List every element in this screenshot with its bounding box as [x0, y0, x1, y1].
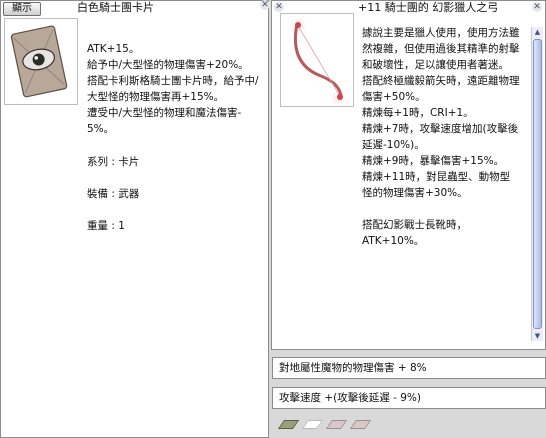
card-title: 白色騎士團卡片	[77, 1, 260, 15]
close-icon[interactable]: ✕	[532, 2, 542, 12]
scroll-down-icon[interactable]: ▼	[532, 331, 543, 341]
bow-icon	[289, 16, 349, 108]
slot-empty[interactable]	[301, 420, 324, 429]
eye-card-icon	[10, 25, 68, 98]
scroll-up-icon[interactable]: ▲	[532, 27, 543, 37]
random-option: 攻擊速度 +(攻擊後延遲 - 9%)	[272, 387, 546, 409]
close-icon[interactable]: ✕	[274, 2, 284, 12]
scroll-thumb[interactable]	[533, 39, 542, 329]
card-info-window: 顯示 白色騎士團卡片 ✕ ATK+15。 給予中/大型怪的物理傷害+20%。 搭…	[0, 0, 270, 438]
stat-row: 系列 : 卡片	[87, 156, 140, 168]
random-option: 對地屬性魔物的物理傷害 + 8%	[272, 357, 546, 379]
stat-row: 裝備 : 武器	[87, 188, 140, 200]
slot-weapon-icon[interactable]	[277, 420, 300, 429]
bow-info-window: ✕ +11 騎士團的 幻影獵人之弓 ✕ 據說主要是獵人使用，使用方法雖然複雜，但…	[271, 0, 546, 350]
show-button[interactable]: 顯示	[3, 2, 41, 16]
bow-image	[280, 13, 354, 108]
close-icon[interactable]: ✕	[260, 0, 270, 10]
bow-description: 據說主要是獵人使用，使用方法雖然複雜，但使用過後其精準的射擊和破壞性，足以讓使用…	[362, 27, 520, 247]
slot-card-icon[interactable]	[349, 420, 372, 429]
card-description: ATK+15。 給予中/大型怪的物理傷害+20%。 搭配卡利斯格騎士團卡片時，給…	[87, 25, 267, 266]
card-slots	[275, 417, 395, 435]
stat-row: 重量 : 1	[87, 220, 125, 232]
card-image	[4, 18, 78, 105]
bow-title: +11 騎士團的 幻影獵人之弓	[358, 1, 523, 15]
card-description-text: ATK+15。 給予中/大型怪的物理傷害+20%。 搭配卡利斯格騎士團卡片時，給…	[87, 43, 259, 135]
slot-card-icon[interactable]	[325, 420, 348, 429]
description-scrollbar[interactable]: ▲ ▼	[531, 27, 543, 341]
